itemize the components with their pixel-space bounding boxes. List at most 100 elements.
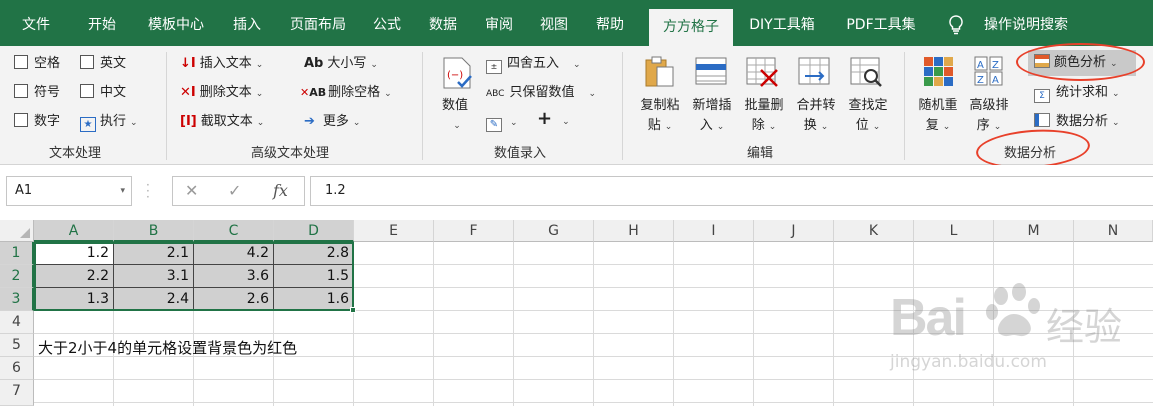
add-insert-button[interactable]: 新增插入 ⌄ bbox=[686, 96, 738, 137]
group-divider bbox=[904, 52, 905, 160]
more-button[interactable]: ➔ 更多 ⌄ bbox=[304, 113, 360, 132]
row-header-7[interactable]: 7 bbox=[0, 380, 34, 406]
tab-templates[interactable]: 模板中心 bbox=[136, 0, 216, 46]
batch-delete-button[interactable]: 批量删除 ⌄ bbox=[738, 96, 790, 137]
column-header-h[interactable]: H bbox=[594, 220, 674, 242]
row-header-3[interactable]: 3 bbox=[0, 288, 34, 311]
tab-formulas[interactable]: 公式 bbox=[362, 0, 412, 46]
column-header-g[interactable]: G bbox=[514, 220, 594, 242]
delete-text-button[interactable]: ✕I 删除文本 ⌄ bbox=[180, 84, 263, 103]
highlight-oval bbox=[1016, 43, 1145, 81]
column-header-c[interactable]: C bbox=[194, 220, 274, 242]
insert-function-icon[interactable]: fx bbox=[273, 177, 288, 205]
formula-buttons: ✕ ✓ fx bbox=[172, 176, 305, 206]
row-header-4[interactable]: 4 bbox=[0, 311, 34, 334]
column-header-i[interactable]: I bbox=[674, 220, 754, 242]
column-header-d[interactable]: D bbox=[274, 220, 354, 242]
tab-home[interactable]: 开始 bbox=[74, 0, 130, 46]
gridline bbox=[433, 242, 434, 406]
column-header-e[interactable]: E bbox=[354, 220, 434, 242]
gridline bbox=[34, 333, 1153, 334]
group-divider bbox=[422, 52, 423, 160]
keep-numbers-icon: ABC bbox=[486, 89, 505, 99]
keep-numbers-button[interactable]: ABC 只保留数值 ⌄ bbox=[486, 84, 596, 103]
copy-paste-button[interactable]: 复制粘贴 ⌄ bbox=[634, 96, 686, 137]
gridline bbox=[753, 242, 754, 406]
column-header-m[interactable]: M bbox=[994, 220, 1074, 242]
gridline bbox=[673, 242, 674, 406]
column-header-j[interactable]: J bbox=[754, 220, 834, 242]
random-repeat-icon bbox=[924, 57, 953, 86]
gridline bbox=[913, 242, 914, 406]
tab-pdf-tools[interactable]: PDF工具集 bbox=[836, 0, 926, 46]
checkbox-icon bbox=[14, 113, 28, 127]
gridline bbox=[34, 402, 1153, 403]
check-english[interactable]: 英文 bbox=[80, 55, 126, 73]
insert-text-icon: ↓I bbox=[180, 56, 196, 71]
insert-text-button[interactable]: ↓I 插入文本 ⌄ bbox=[180, 55, 263, 74]
check-space[interactable]: 空格 bbox=[14, 55, 60, 73]
drag-handle-icon[interactable]: · · · bbox=[146, 179, 150, 203]
find-locate-icon bbox=[850, 57, 882, 87]
group-label-value-entry: 数值录入 bbox=[493, 146, 546, 161]
column-header-f[interactable]: F bbox=[434, 220, 514, 242]
delete-text-icon: ✕I bbox=[180, 85, 196, 100]
ribbon: 空格 英文 符号 中文 数字 ★ 执行 ⌄ 文本处理 ↓I 插入文本 ⌄ ✕I 删除文本 ⌄… bbox=[0, 43, 1153, 172]
case-button[interactable]: Ab 大小写 ⌄ bbox=[304, 55, 378, 74]
select-all-corner[interactable] bbox=[0, 220, 34, 242]
advanced-sort-icon: A ZZ A bbox=[974, 56, 1003, 86]
tab-review[interactable]: 审阅 bbox=[474, 0, 524, 46]
confirm-icon[interactable]: ✓ bbox=[228, 177, 241, 205]
check-chinese[interactable]: 中文 bbox=[80, 84, 126, 102]
tab-page-layout[interactable]: 页面布局 bbox=[278, 0, 358, 46]
entry-tool-button[interactable]: ✎ ⌄ bbox=[486, 113, 518, 132]
note-cell-A5[interactable]: 大于2小于4的单元格设置背景色为红色 bbox=[38, 338, 297, 359]
row-header-6[interactable]: 6 bbox=[0, 357, 34, 380]
gridline bbox=[34, 379, 1153, 380]
checkbox-icon bbox=[80, 84, 94, 98]
tell-me-search[interactable]: 操作说明搜索 bbox=[976, 0, 1076, 46]
case-icon: Ab bbox=[304, 56, 324, 71]
gridline bbox=[1073, 242, 1074, 406]
checkbox-icon bbox=[14, 84, 28, 98]
column-header-a[interactable]: A bbox=[34, 220, 114, 242]
execute-button[interactable]: ★ 执行 ⌄ bbox=[80, 113, 138, 132]
group-divider bbox=[622, 52, 623, 160]
find-locate-button[interactable]: 查找定位 ⌄ bbox=[842, 96, 894, 137]
tab-data[interactable]: 数据 bbox=[418, 0, 468, 46]
gridline bbox=[513, 242, 514, 406]
formula-input[interactable]: 1.2 bbox=[310, 176, 1153, 206]
cancel-icon[interactable]: ✕ bbox=[185, 177, 198, 205]
advanced-sort-button[interactable]: 高级排序 ⌄ bbox=[964, 96, 1014, 137]
merge-convert-button[interactable]: 合并转换 ⌄ bbox=[790, 96, 842, 137]
row-header-2[interactable]: 2 bbox=[0, 265, 34, 288]
tab-insert[interactable]: 插入 bbox=[222, 0, 272, 46]
edit-cell-icon: ✎ bbox=[486, 118, 502, 132]
delete-space-button[interactable]: ✕AB 删除空格 ⌄ bbox=[300, 84, 392, 103]
plus-icon[interactable]: + ⌄ bbox=[537, 110, 570, 131]
row-header-1[interactable]: 1 bbox=[0, 242, 34, 265]
name-box[interactable]: A1 ▾ bbox=[6, 176, 132, 206]
tab-help[interactable]: 帮助 bbox=[585, 0, 635, 46]
tab-file[interactable]: 文件 bbox=[12, 0, 60, 46]
stat-sum-button[interactable]: Σ 统计求和 ⌄ bbox=[1034, 84, 1120, 103]
extract-text-button[interactable]: [I] 截取文本 ⌄ bbox=[180, 113, 264, 132]
checkbox-icon bbox=[80, 55, 94, 69]
column-header-n[interactable]: N bbox=[1074, 220, 1153, 242]
tab-fangfang[interactable]: 方方格子 bbox=[649, 9, 733, 46]
fill-handle[interactable] bbox=[350, 307, 356, 313]
tab-view[interactable]: 视图 bbox=[529, 0, 579, 46]
column-header-b[interactable]: B bbox=[114, 220, 194, 242]
round-button[interactable]: ± 四舍五入 ⌄ bbox=[486, 55, 581, 74]
check-digit[interactable]: 数字 bbox=[14, 113, 60, 131]
column-header-k[interactable]: K bbox=[834, 220, 914, 242]
check-symbol[interactable]: 符号 bbox=[14, 84, 60, 102]
tab-diy-toolbox[interactable]: DIY工具箱 bbox=[742, 0, 822, 46]
value-button[interactable]: 数值 ⌄ bbox=[430, 96, 480, 136]
baidu-watermark: Bai 经验 jingyan.baidu.com bbox=[890, 280, 1140, 395]
random-repeat-button[interactable]: 随机重复 ⌄ bbox=[913, 96, 963, 137]
merge-convert-icon bbox=[798, 57, 830, 85]
column-header-l[interactable]: L bbox=[914, 220, 994, 242]
execute-icon: ★ bbox=[80, 117, 96, 132]
row-header-5[interactable]: 5 bbox=[0, 334, 34, 357]
